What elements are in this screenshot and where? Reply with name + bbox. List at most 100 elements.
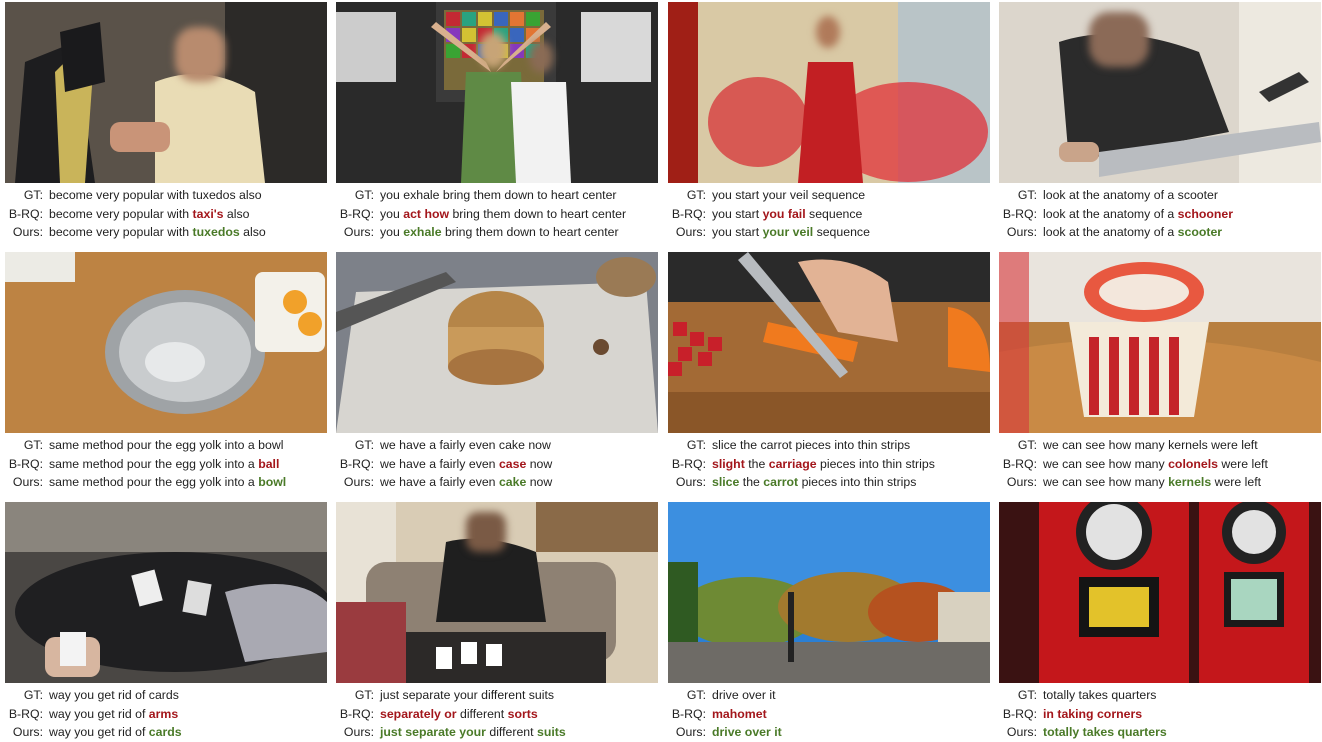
caption-word: now: [526, 456, 553, 471]
ours-label: Ours:: [1006, 225, 1037, 239]
correct-word: cards: [148, 725, 182, 739]
caption-word: way you get rid of: [49, 725, 149, 739]
caption-block: GT: slice the carrot pieces into thin str…: [668, 436, 990, 492]
caption-block: GT: we can see how many kernels were left…: [999, 436, 1321, 492]
ours-text: you exhale bring them down to heart cent…: [380, 223, 619, 242]
ours-text: drive over it: [712, 723, 782, 742]
brq-text: you act how bring them down to heart cen…: [380, 205, 626, 224]
caption-word: now: [526, 475, 553, 489]
error-word: separately or: [380, 706, 457, 721]
brq-line: B-RQ: same method pour the egg yolk into …: [5, 455, 327, 474]
caption-word: also: [223, 206, 250, 221]
caption-word: we have a fairly even: [380, 475, 499, 489]
veil-dancer-photo: [668, 2, 990, 183]
gt-text: you exhale bring them down to heart cent…: [380, 188, 617, 202]
caption-block: GT: we have a fairly even cake now B-RQ: w…: [336, 436, 658, 492]
gt-label: GT:: [686, 188, 706, 202]
gt-text: we can see how many kernels were left: [1043, 438, 1258, 452]
brq-label: B-RQ:: [1002, 456, 1037, 471]
ours-text: you start your veil sequence: [712, 223, 870, 242]
caption-word: different: [456, 706, 508, 721]
correct-word: cake: [498, 475, 527, 489]
ours-line: Ours: you exhale bring them down to heart…: [336, 223, 658, 242]
gt-line: GT: just separate your different suits: [336, 686, 658, 705]
caption-block: GT: you start your veil sequence B-RQ: you…: [668, 186, 990, 242]
error-word: in taking corners: [1043, 706, 1143, 721]
brq-line: B-RQ: you act how bring them down to hear…: [336, 205, 658, 224]
gt-label: GT:: [1017, 188, 1037, 202]
brq-text: way you get rid of arms: [49, 705, 178, 724]
ours-line: Ours: you start your veil sequence: [668, 223, 990, 242]
brq-label: B-RQ:: [1002, 206, 1037, 221]
ours-label: Ours:: [343, 475, 374, 489]
brq-label: B-RQ:: [8, 706, 43, 721]
brq-text: become very popular with taxi's also: [49, 205, 249, 224]
gt-label: GT:: [686, 688, 706, 702]
brq-text: you start you fail sequence: [712, 205, 862, 224]
brq-label: B-RQ:: [671, 206, 706, 221]
caption-word: were left: [1211, 475, 1262, 489]
gt-label: GT:: [354, 438, 374, 452]
ours-line: Ours: we have a fairly even cake now: [336, 473, 658, 492]
ours-line: Ours: way you get rid of cards: [5, 723, 327, 742]
brq-label: B-RQ:: [339, 706, 374, 721]
caption-word: sequence: [805, 206, 863, 221]
ours-text: become very popular with tuxedos also: [49, 223, 266, 242]
error-word: ball: [258, 456, 280, 471]
gt-label: GT:: [354, 188, 374, 202]
ours-text: same method pour the egg yolk into a bow…: [49, 473, 286, 492]
caption-block: GT: you exhale bring them down to heart c…: [336, 186, 658, 242]
carrot-cutting-photo: [668, 252, 990, 433]
caption-block: GT: same method pour the egg yolk into a …: [5, 436, 327, 492]
error-word: sorts: [507, 706, 538, 721]
gt-line: GT: way you get rid of cards: [5, 686, 327, 705]
brq-label: B-RQ:: [339, 456, 374, 471]
brq-line: B-RQ: become very popular with taxi's als…: [5, 205, 327, 224]
ours-text: just separate your different suits: [380, 723, 566, 742]
gt-label: GT:: [23, 438, 43, 452]
brq-text: look at the anatomy of a schooner: [1043, 205, 1233, 224]
brq-label: B-RQ:: [8, 456, 43, 471]
gt-line: GT: become very popular with tuxedos also: [5, 186, 327, 205]
error-word: you fail: [762, 206, 806, 221]
tuxedo-shop-photo: [5, 2, 327, 183]
card-sorting-photo: [336, 502, 658, 683]
brq-text: mahomet: [712, 705, 767, 724]
correct-word: scooter: [1177, 225, 1223, 239]
gt-text: just separate your different suits: [380, 688, 555, 702]
brq-line: B-RQ: slight the carriage pieces into thi…: [668, 455, 990, 474]
error-word: slight: [712, 456, 745, 471]
caption-word: different: [485, 725, 537, 739]
card-game-photo: [5, 502, 327, 683]
error-word: arms: [148, 706, 179, 721]
gt-text: you start your veil sequence: [712, 188, 866, 202]
ours-label: Ours:: [1006, 475, 1037, 489]
brq-line: B-RQ: we have a fairly even case now: [336, 455, 658, 474]
ours-label: Ours:: [675, 225, 706, 239]
ours-label: Ours:: [675, 475, 706, 489]
gt-text: same method pour the egg yolk into a bow…: [49, 438, 284, 452]
caption-word: bring them down to heart center: [441, 225, 619, 239]
correct-word: drive over it: [712, 725, 782, 739]
ours-text: slice the carrot pieces into thin strips: [712, 473, 916, 492]
caption-word: look at the anatomy of a: [1043, 225, 1178, 239]
brq-label: B-RQ:: [671, 706, 706, 721]
caption-word: become very popular with: [49, 206, 193, 221]
brq-line: B-RQ: in taking corners: [999, 705, 1321, 724]
error-word: mahomet: [712, 706, 767, 721]
gt-line: GT: you exhale bring them down to heart c…: [336, 186, 658, 205]
ours-label: Ours:: [343, 225, 374, 239]
correct-word: just separate your: [380, 725, 486, 739]
correct-word: your veil: [762, 225, 814, 239]
ours-text: we can see how many kernels were left: [1043, 473, 1261, 492]
gt-label: GT:: [23, 688, 43, 702]
ours-text: look at the anatomy of a scooter: [1043, 223, 1222, 242]
ours-line: Ours: totally takes quarters: [999, 723, 1321, 742]
gt-label: GT:: [354, 688, 374, 702]
gt-label: GT:: [1017, 438, 1037, 452]
brq-text: separately or different sorts: [380, 705, 538, 724]
ours-line: Ours: slice the carrot pieces into thin s…: [668, 473, 990, 492]
brq-label: B-RQ:: [671, 456, 706, 471]
caption-block: GT: look at the anatomy of a scooter B-RQ…: [999, 186, 1321, 242]
dart-machine-photo: [999, 502, 1321, 683]
